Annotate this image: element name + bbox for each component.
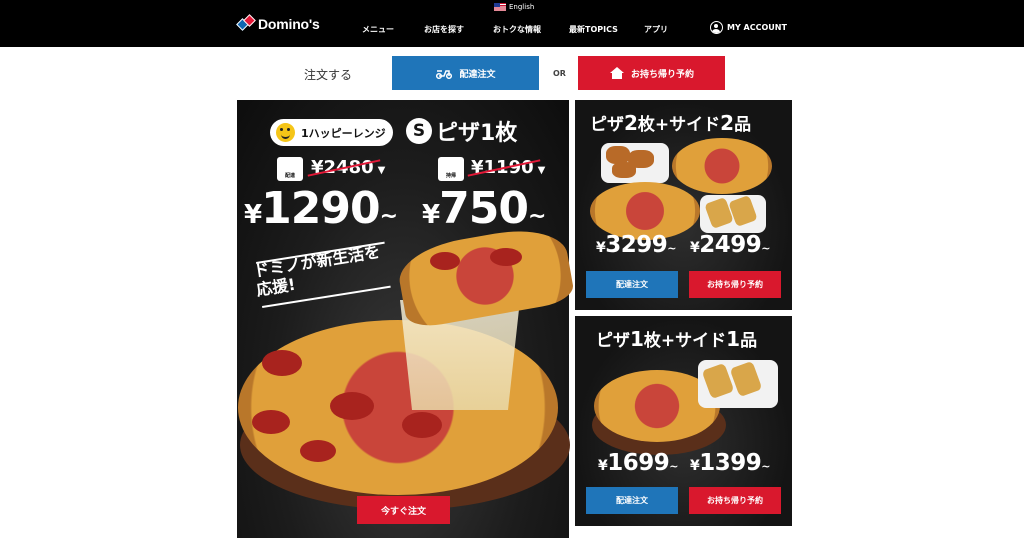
combo2-carryout-price: ¥1399~ bbox=[690, 450, 770, 476]
order-label: 注文する bbox=[304, 68, 353, 82]
combo2-delivery-price: ¥1699~ bbox=[598, 450, 678, 476]
combo1-title: ピザ2枚+サイド2品 bbox=[590, 110, 751, 135]
delivery-type-icon: 配達 bbox=[277, 157, 303, 181]
carryout-price-value: 750 bbox=[439, 183, 529, 234]
combo1-title-b: 枚+サイド bbox=[637, 115, 721, 135]
nav-find-store[interactable]: お店を探す bbox=[424, 24, 464, 35]
nav-topics[interactable]: 最新TOPICS bbox=[569, 24, 618, 35]
combo1-carryout-button[interactable]: お持ち帰り予約 bbox=[689, 271, 781, 298]
combo2-num-a: 1 bbox=[630, 327, 644, 351]
us-flag-icon bbox=[494, 3, 506, 11]
top-navigation-bar: English Domino's メニュー お店を探す おトクな情報 最新TOP… bbox=[0, 0, 1024, 47]
combo1-num-b: 2 bbox=[720, 111, 735, 135]
order-now-button[interactable]: 今すぐ注文 bbox=[357, 496, 450, 524]
combo1-title-a: ピザ bbox=[590, 115, 624, 135]
combo1-carryout-price: ¥2499~ bbox=[690, 232, 770, 258]
delivery-price-value: 1290 bbox=[261, 183, 380, 234]
size-s-badge: S bbox=[406, 118, 432, 144]
language-label: English bbox=[509, 3, 535, 11]
combo2-delivery-button[interactable]: 配達注文 bbox=[586, 487, 678, 514]
logo-text: Domino's bbox=[258, 16, 320, 32]
combo2-title-a: ピザ bbox=[596, 331, 630, 351]
combo2-carryout-price-value: 1399 bbox=[699, 450, 762, 476]
combo2-title: ピザ1枚+サイド1品 bbox=[596, 326, 757, 351]
nav-menu[interactable]: メニュー bbox=[362, 24, 394, 35]
scooter-icon bbox=[436, 70, 453, 79]
delivery-order-label: 配達注文 bbox=[459, 69, 496, 80]
dominos-logo[interactable]: Domino's bbox=[236, 14, 320, 32]
tilde: ~ bbox=[527, 204, 546, 229]
delivery-price: ¥1290~ bbox=[244, 183, 398, 234]
combo2-delivery-price-value: 1699 bbox=[607, 450, 670, 476]
combo1-num-a: 2 bbox=[624, 111, 638, 135]
nav-deals[interactable]: おトクな情報 bbox=[493, 24, 541, 35]
delivery-old-price: ¥2480▼ bbox=[307, 157, 385, 178]
combo2-num-b: 1 bbox=[726, 327, 741, 351]
carryout-type-icon: 持帰 bbox=[438, 157, 464, 181]
combo1-delivery-price: ¥3299~ bbox=[596, 232, 676, 258]
tilde: ~ bbox=[379, 204, 398, 229]
carryout-old-price: ¥1190▼ bbox=[467, 157, 545, 178]
combo1-carryout-price-value: 2499 bbox=[699, 232, 762, 258]
size-pizza-title: ピザ1枚 bbox=[436, 121, 518, 146]
size-pizza-heading: S ピザ1枚 bbox=[406, 115, 517, 147]
happy-range-label: 1ハッピーレンジ bbox=[301, 126, 386, 140]
domino-tile-icon bbox=[236, 14, 256, 32]
combo1-delivery-price-value: 3299 bbox=[605, 232, 668, 258]
smiley-icon bbox=[276, 123, 295, 142]
combo2-carryout-button[interactable]: お持ち帰り予約 bbox=[689, 487, 781, 514]
combo1-title-c: 品 bbox=[734, 115, 752, 135]
or-separator: OR bbox=[553, 69, 566, 78]
combo2-title-b: 枚+サイド bbox=[643, 331, 727, 351]
my-account-link[interactable]: MY ACCOUNT bbox=[710, 21, 787, 34]
delivery-order-button[interactable]: 配達注文 bbox=[392, 56, 539, 90]
carryout-reserve-label: お持ち帰り予約 bbox=[630, 69, 694, 80]
language-switcher[interactable]: English bbox=[494, 2, 534, 12]
user-icon bbox=[710, 21, 723, 34]
happy-range-pill: 1ハッピーレンジ bbox=[270, 119, 393, 146]
carryout-price: ¥750~ bbox=[422, 183, 546, 234]
house-icon bbox=[609, 67, 624, 79]
yen-sign: ¥ bbox=[244, 200, 262, 230]
yen-sign: ¥ bbox=[422, 200, 440, 230]
combo2-title-c: 品 bbox=[740, 331, 758, 351]
combo1-pizza-1-image bbox=[672, 138, 772, 194]
combo1-delivery-button[interactable]: 配達注文 bbox=[586, 271, 678, 298]
my-account-label: MY ACCOUNT bbox=[727, 23, 787, 32]
carryout-reserve-button[interactable]: お持ち帰り予約 bbox=[578, 56, 725, 90]
nav-app[interactable]: アプリ bbox=[644, 24, 668, 35]
